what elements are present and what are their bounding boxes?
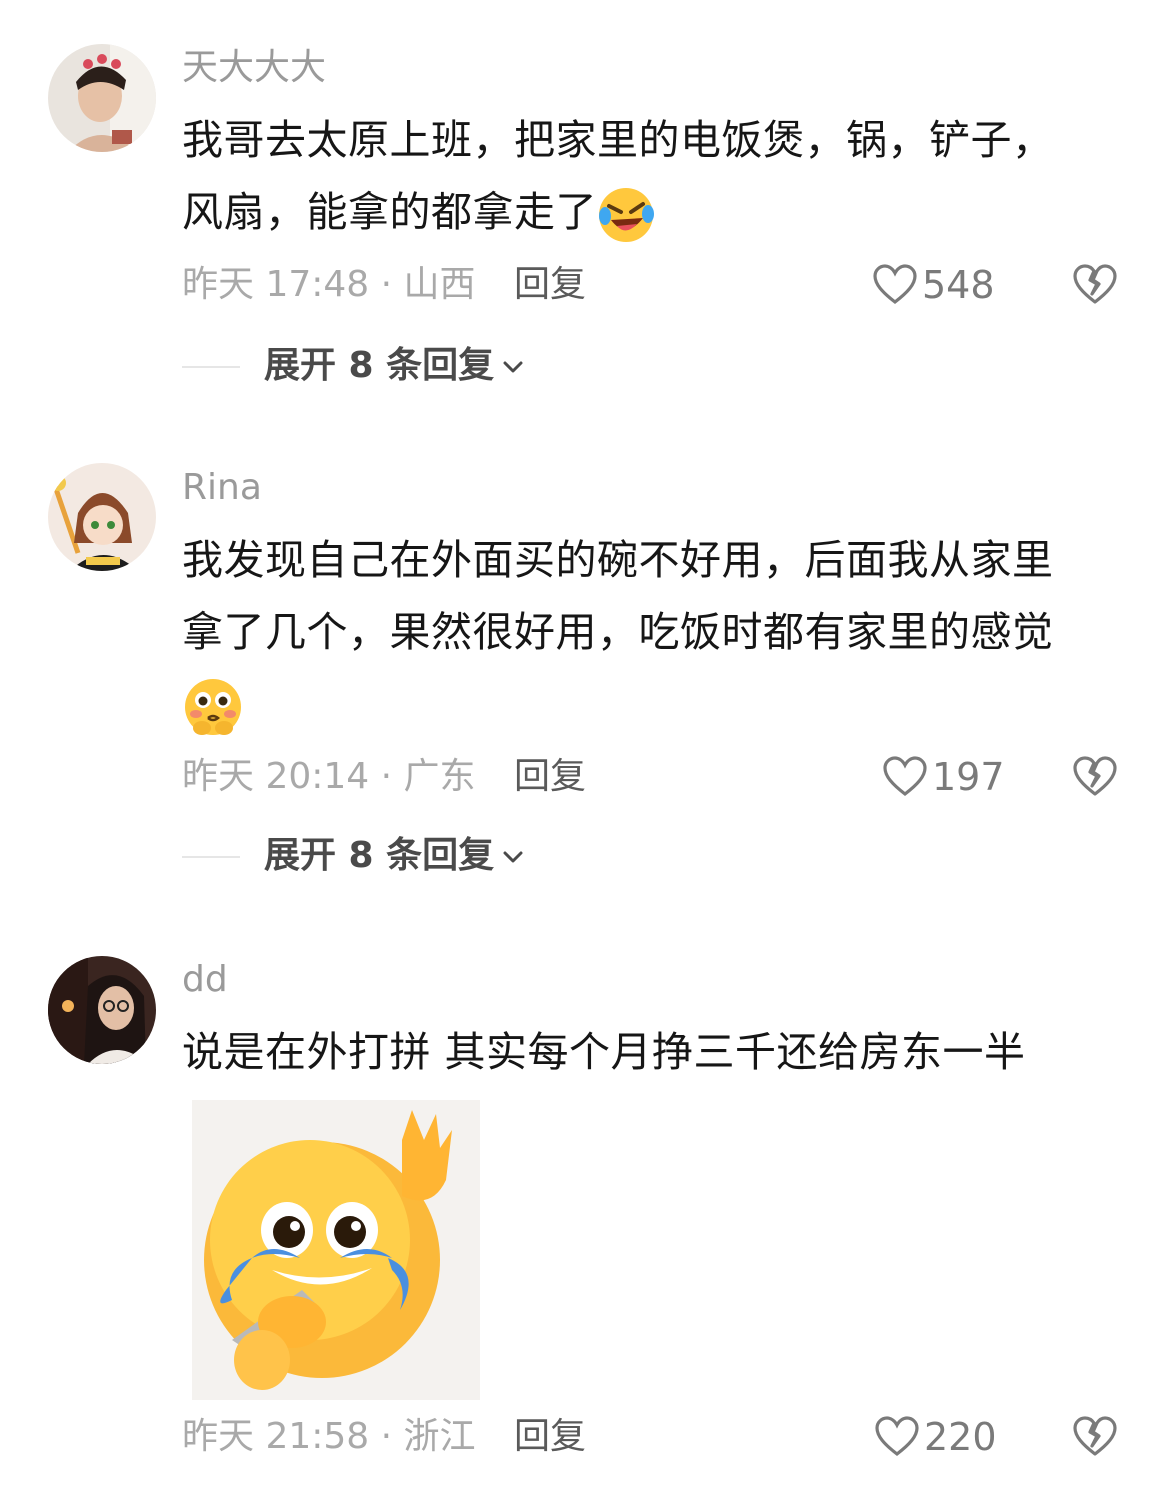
- comment-text-line: 风扇，能拿的都拿走了: [182, 176, 1122, 248]
- comment-text-line: 我发现自己在外面买的碗不好用，后面我从家里: [182, 536, 1054, 584]
- crying-smile-gun-sticker[interactable]: [192, 1100, 480, 1400]
- comment-meta: 昨天 21:58 · 浙江 回复 220: [182, 1412, 1132, 1462]
- dislike-button[interactable]: [1072, 1414, 1120, 1462]
- reply-button[interactable]: 回复: [514, 1412, 586, 1462]
- flushed-pleading-emoji-icon: [182, 676, 244, 738]
- comment-meta: 昨天 20:14 · 广东 回复 197: [182, 752, 1132, 802]
- like-button[interactable]: 548: [872, 262, 995, 310]
- comment-text: 说是在外打拼 其实每个月挣三千还给房东一半: [182, 1016, 1122, 1088]
- expand-replies-text: 展开 8 条回复: [264, 345, 495, 386]
- chevron-down-icon: [503, 851, 523, 863]
- comment-text-line: 拿了几个，果然很好用，吃饭时都有家里的感觉: [182, 608, 1054, 656]
- like-count: 197: [932, 755, 1005, 799]
- avatar[interactable]: [48, 463, 156, 571]
- username[interactable]: 天大大大: [182, 46, 326, 90]
- comment-text-segment: 风扇，能拿的都拿走了: [182, 188, 597, 236]
- heart-icon: [883, 756, 927, 797]
- comment-meta: 昨天 17:48 · 山西 回复 548: [182, 260, 1132, 310]
- reply-button[interactable]: 回复: [514, 752, 586, 802]
- comment-text-line: 我哥去太原上班，把家里的电饭煲，锅，铲子，: [182, 116, 1054, 164]
- comment-text: 我发现自己在外面买的碗不好用，后面我从家里 拿了几个，果然很好用，吃饭时都有家里…: [182, 524, 1122, 744]
- timestamp-location: 昨天 17:48 · 山西: [182, 264, 476, 305]
- chevron-down-icon: [503, 361, 523, 373]
- divider-line: [182, 366, 240, 368]
- username[interactable]: Rina: [182, 466, 262, 510]
- broken-heart-icon: [1073, 1416, 1117, 1456]
- expand-replies-label[interactable]: 展开 8 条回复: [264, 834, 526, 878]
- timestamp-location: 昨天 20:14 · 广东: [182, 756, 476, 797]
- like-count: 548: [922, 263, 995, 307]
- username[interactable]: dd: [182, 958, 228, 1002]
- dislike-button[interactable]: [1072, 262, 1120, 310]
- dislike-button[interactable]: [1072, 754, 1120, 802]
- comment-text: 我哥去太原上班，把家里的电饭煲，锅，铲子， 风扇，能拿的都拿走了: [182, 104, 1122, 248]
- expand-replies-label[interactable]: 展开 8 条回复: [264, 344, 526, 388]
- reply-button[interactable]: 回复: [514, 260, 586, 310]
- comment-text-line: 说是在外打拼 其实每个月挣三千还给房东一半: [182, 1028, 1026, 1076]
- like-button[interactable]: 220: [874, 1414, 997, 1462]
- heart-icon: [873, 264, 917, 305]
- comment-text-line: [182, 668, 1122, 744]
- like-button[interactable]: 197: [882, 754, 1005, 802]
- timestamp-location: 昨天 21:58 · 浙江: [182, 1416, 476, 1457]
- broken-heart-icon: [1073, 756, 1117, 796]
- heart-icon: [875, 1416, 919, 1457]
- avatar[interactable]: [48, 44, 156, 152]
- laughing-crying-emoji-icon: [597, 186, 655, 244]
- divider-line: [182, 856, 240, 858]
- avatar[interactable]: [48, 956, 156, 1064]
- broken-heart-icon: [1073, 264, 1117, 304]
- like-count: 220: [924, 1415, 997, 1459]
- expand-replies-text: 展开 8 条回复: [264, 835, 495, 876]
